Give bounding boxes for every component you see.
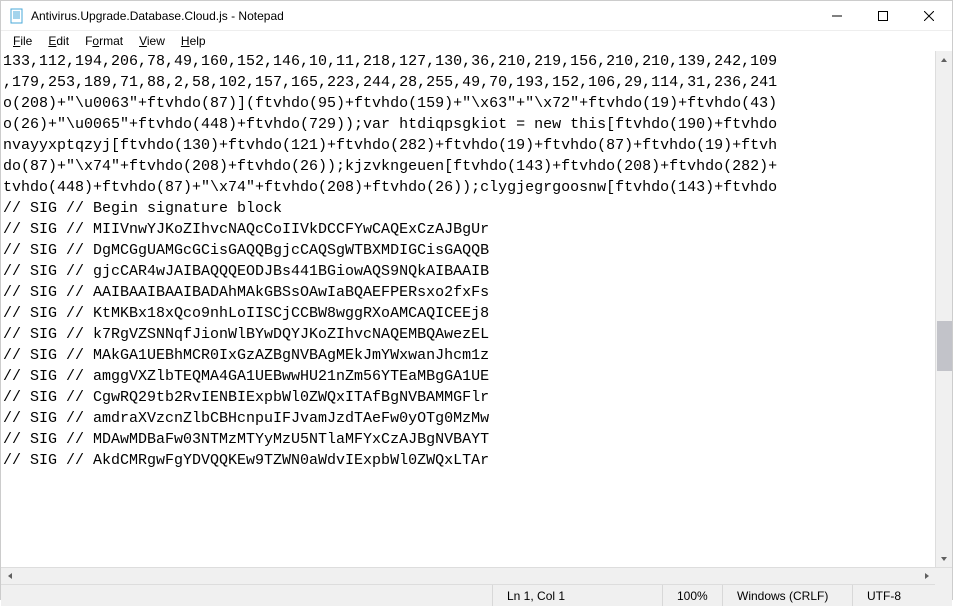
menu-format[interactable]: Format (77, 32, 131, 50)
horizontal-scrollbar-area (1, 567, 952, 584)
scroll-thumb[interactable] (937, 321, 952, 371)
status-position: Ln 1, Col 1 (492, 585, 662, 606)
menu-help[interactable]: Help (173, 32, 214, 50)
window-controls (814, 1, 952, 30)
minimize-button[interactable] (814, 1, 860, 31)
horizontal-scrollbar[interactable] (1, 568, 935, 584)
window-title: Antivirus.Upgrade.Database.Cloud.js - No… (31, 9, 814, 23)
vertical-scrollbar[interactable] (935, 51, 952, 567)
scroll-right-button[interactable] (918, 568, 935, 585)
titlebar: Antivirus.Upgrade.Database.Cloud.js - No… (1, 1, 952, 31)
status-encoding: UTF-8 (852, 585, 952, 606)
status-line-ending: Windows (CRLF) (722, 585, 852, 606)
status-zoom: 100% (662, 585, 722, 606)
scroll-left-button[interactable] (1, 568, 18, 585)
close-button[interactable] (906, 1, 952, 31)
maximize-button[interactable] (860, 1, 906, 31)
menu-edit[interactable]: Edit (40, 32, 77, 50)
menu-view[interactable]: View (131, 32, 173, 50)
scroll-up-button[interactable] (936, 51, 952, 68)
scroll-down-button[interactable] (936, 550, 952, 567)
scrollbar-corner (935, 568, 952, 585)
statusbar: Ln 1, Col 1 100% Windows (CRLF) UTF-8 (1, 584, 952, 606)
text-editor[interactable]: 133,112,194,206,78,49,160,152,146,10,11,… (1, 51, 935, 567)
editor-area: 133,112,194,206,78,49,160,152,146,10,11,… (1, 51, 952, 567)
menu-file[interactable]: File (5, 32, 40, 50)
menubar: File Edit Format View Help (1, 31, 952, 51)
notepad-icon (9, 8, 25, 24)
